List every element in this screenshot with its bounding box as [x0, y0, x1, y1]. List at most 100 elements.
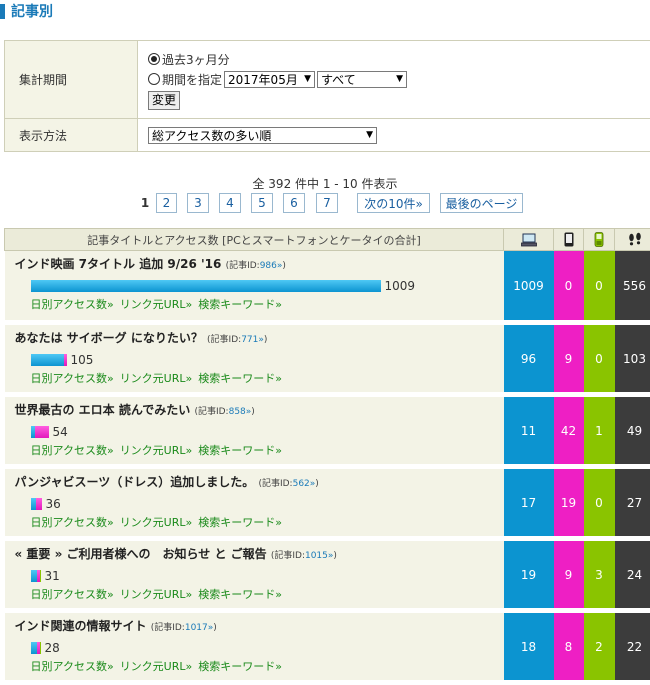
display-controls: 総アクセス数の多い順 ▼ [138, 119, 650, 152]
article-id-link[interactable]: 1017» [185, 623, 213, 633]
access-bar [31, 642, 41, 654]
search-keyword-link[interactable]: 検索キーワード» [198, 516, 282, 529]
smartphone-count: 9 [554, 323, 584, 395]
daily-access-link[interactable]: 日別アクセス数» [31, 516, 114, 529]
article-id-link[interactable]: 986» [260, 261, 283, 271]
smartphone-count: 9 [554, 539, 584, 611]
article-id-link[interactable]: 562» [293, 479, 316, 489]
mobile-count: 2 [584, 611, 615, 683]
result-summary: 全 392 件中 1 - 10 件表示 [0, 175, 650, 192]
search-keyword-link[interactable]: 検索キーワード» [198, 588, 282, 601]
section-marker [0, 4, 5, 19]
access-count: 31 [45, 569, 60, 583]
article-title[interactable]: インド映画 7タイトル 追加 9/26 '16 [15, 257, 222, 271]
article-id-link[interactable]: 858» [229, 407, 252, 417]
access-count: 54 [53, 425, 68, 439]
page-current: 1 [137, 193, 153, 213]
pc-count: 18 [504, 611, 554, 683]
page-link[interactable]: 4 [219, 193, 241, 213]
smartphone-count: 42 [554, 395, 584, 467]
pagination: 1 2 3 4 5 6 7 次の10件» 最後のページ [0, 193, 650, 215]
total-count: 27 [615, 467, 650, 539]
access-bar [31, 354, 67, 366]
smartphone-count: 19 [554, 467, 584, 539]
daily-access-link[interactable]: 日別アクセス数» [31, 298, 114, 311]
article-title[interactable]: « 重要 » ご利用者様への お知らせ と ご報告 [15, 547, 267, 561]
chevron-down-icon: ▼ [396, 74, 403, 84]
daily-access-link[interactable]: 日別アクセス数» [31, 444, 114, 457]
settings-form: 集計期間 過去3ヶ月分 期間を指定 2017年05月 ▼ すべて ▼ 変更 [4, 40, 650, 152]
referrer-url-link[interactable]: リンク元URL» [120, 298, 193, 311]
radio-recent-label: 過去3ヶ月分 [162, 51, 230, 68]
range-select[interactable]: すべて ▼ [317, 71, 407, 88]
change-button[interactable]: 変更 [148, 91, 180, 110]
period-label: 集計期間 [5, 41, 138, 119]
page-link[interactable]: 6 [283, 193, 305, 213]
mobile-count: 1 [584, 395, 615, 467]
period-controls: 過去3ヶ月分 期間を指定 2017年05月 ▼ すべて ▼ 変更 [138, 41, 650, 119]
section-header: 記事別 [0, 0, 53, 22]
sort-select[interactable]: 総アクセス数の多い順 ▼ [148, 127, 377, 144]
mobile-count: 3 [584, 539, 615, 611]
mobile-count: 0 [584, 467, 615, 539]
column-header-total [615, 229, 650, 251]
search-keyword-link[interactable]: 検索キーワード» [198, 298, 282, 311]
pc-count: 17 [504, 467, 554, 539]
article-title[interactable]: パンジャビスーツ（ドレス）追加しました。 [15, 475, 255, 489]
article-id-link[interactable]: 1015» [305, 551, 333, 561]
mobile-count: 0 [584, 323, 615, 395]
access-bar [31, 280, 381, 292]
mobile-count: 0 [584, 251, 615, 323]
next-page-link[interactable]: 次の10件» [357, 193, 430, 213]
referrer-url-link[interactable]: リンク元URL» [120, 660, 193, 673]
smartphone-count: 8 [554, 611, 584, 683]
radio-specify-label: 期間を指定 [162, 71, 222, 88]
access-count: 28 [45, 641, 60, 655]
article-title[interactable]: インド関連の情報サイト [15, 619, 147, 633]
access-bar [31, 498, 42, 510]
access-count: 1009 [385, 279, 416, 293]
page-link[interactable]: 5 [251, 193, 273, 213]
daily-access-link[interactable]: 日別アクセス数» [31, 588, 114, 601]
total-count: 22 [615, 611, 650, 683]
table-row: « 重要 » ご利用者様への お知らせ と ご報告 (記事ID:1015») 3… [5, 539, 650, 611]
total-count: 49 [615, 395, 650, 467]
smartphone-count: 0 [554, 251, 584, 323]
page-title: 記事別 [11, 1, 53, 21]
page-link[interactable]: 7 [316, 193, 338, 213]
display-label: 表示方法 [5, 119, 138, 152]
article-id-link[interactable]: 771» [241, 335, 264, 345]
mobile-phone-icon [594, 232, 604, 247]
table-row: あなたは サイボーグ になりたい？ (記事ID:771») 105 日別アクセス… [5, 323, 650, 395]
daily-access-link[interactable]: 日別アクセス数» [31, 660, 114, 673]
daily-access-link[interactable]: 日別アクセス数» [31, 372, 114, 385]
last-page-link[interactable]: 最後のページ [440, 193, 523, 213]
referrer-url-link[interactable]: リンク元URL» [120, 516, 193, 529]
pc-icon [521, 233, 537, 247]
referrer-url-link[interactable]: リンク元URL» [120, 444, 193, 457]
total-count: 556 [615, 251, 650, 323]
article-title[interactable]: あなたは サイボーグ になりたい？ [15, 331, 203, 345]
table-row: 世界最古の エロ本 読んでみたい (記事ID:858») 54 日別アクセス数»… [5, 395, 650, 467]
radio-specify[interactable] [148, 73, 160, 85]
referrer-url-link[interactable]: リンク元URL» [120, 588, 193, 601]
search-keyword-link[interactable]: 検索キーワード» [198, 660, 282, 673]
radio-recent[interactable] [148, 53, 160, 65]
column-header-mobile [584, 229, 615, 251]
search-keyword-link[interactable]: 検索キーワード» [198, 372, 282, 385]
referrer-url-link[interactable]: リンク元URL» [120, 372, 193, 385]
article-title[interactable]: 世界最古の エロ本 読んでみたい [15, 403, 191, 417]
table-row: パンジャビスーツ（ドレス）追加しました。 (記事ID:562») 36 日別アク… [5, 467, 650, 539]
page-link[interactable]: 3 [187, 193, 209, 213]
chevron-down-icon: ▼ [366, 130, 373, 140]
search-keyword-link[interactable]: 検索キーワード» [198, 444, 282, 457]
pc-count: 96 [504, 323, 554, 395]
pc-count: 11 [504, 395, 554, 467]
footprints-icon [627, 232, 643, 247]
page-link[interactable]: 2 [156, 193, 177, 213]
pc-count: 1009 [504, 251, 554, 323]
column-header-title: 記事タイトルとアクセス数 [PCとスマートフォンとケータイの合計] [5, 229, 504, 251]
table-row: インド映画 7タイトル 追加 9/26 '16 (記事ID:986») 1009… [5, 251, 650, 323]
month-select[interactable]: 2017年05月 ▼ [224, 71, 315, 88]
access-count: 105 [71, 353, 94, 367]
